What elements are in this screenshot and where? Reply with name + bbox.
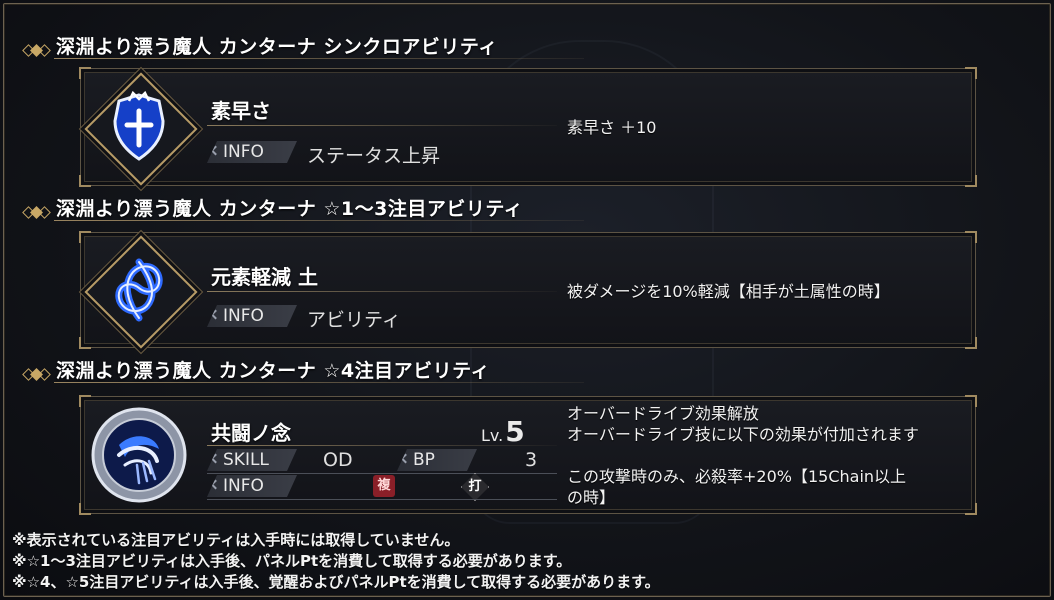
description-line: オーバードライブ技に以下の効果が付加されます [567,425,919,444]
ability-description: 被ダメージを10%軽減【相手が土属性の時】 [567,281,890,302]
ability-card-star4[interactable]: 共闘ノ念 Lv.5 SKILL OD BP 3 INFO 複 打 オーバードライ… [79,395,977,515]
name-underline [207,291,557,292]
footnotes: ※表示されている注目アビリティは入手時には取得していません。 ※☆1～3注目アビ… [12,530,660,593]
description-line: オーバードライブ効果解放 [567,404,759,423]
ability-icon-frame [85,401,193,509]
section-header-star1-3: 深淵より漂う魔人 カンターナ ☆1～3注目アビリティ [18,192,584,226]
ornament-diamonds-icon [22,44,51,58]
description-line: 素早さ ＋10 [567,118,657,137]
section-title: 深淵より漂う魔人 カンターナ シンクロアビリティ [56,36,498,58]
ability-icon-frame [84,72,198,186]
skill-value: OD [323,449,353,471]
level-label: Lv. [481,426,504,445]
skill-row: SKILL OD BP 3 [207,449,547,473]
bp-tag: BP [397,449,477,471]
section-divider [54,58,584,59]
row-divider [207,473,557,474]
corner-ornament [965,175,977,187]
section-header-star4: 深淵より漂う魔人 カンターナ ☆4注目アビリティ [18,354,584,388]
section-title: 深淵より漂う魔人 カンターナ ☆1～3注目アビリティ [56,198,524,220]
name-underline [207,125,557,126]
ability-icon-frame [84,235,198,349]
footnote: ※☆1～3注目アビリティは入手後、パネルPtを消費して取得する必要があります。 [12,552,572,570]
info-row: INFO 複 打 [207,473,547,501]
ability-level: Lv.5 [481,415,525,448]
description-line [567,445,919,466]
corner-ornament [965,503,977,515]
ability-card-star1-3[interactable]: 元素軽減 土 INFO アビリティ 被ダメージを10%軽減【相手が土属性の時】 [79,231,977,349]
info-value: アビリティ [307,309,401,331]
level-value: 5 [505,415,525,448]
description-line: の時】 [567,488,616,507]
info-value: ステータス上昇 [307,145,441,167]
section-divider [54,220,584,221]
name-underline [207,445,557,446]
ornament-diamonds-icon [22,368,51,382]
strike-badge: 打 [461,473,489,501]
corner-ornament [965,67,977,79]
description-line: この攻撃時のみ、必殺率+20%【15Chain以上 [567,467,907,486]
wind-orb-icon [91,407,187,503]
section-title: 深淵より漂う魔人 カンターナ ☆4注目アビリティ [56,360,490,382]
corner-ornament [965,231,977,243]
ornament-diamonds-icon [22,206,51,220]
info-tag: INFO [207,141,297,163]
shield-crest-icon [113,90,165,161]
ability-name: 共闘ノ念 [211,421,291,445]
multi-hit-badge: 複 [373,475,395,497]
triquetra-knot-icon [115,258,163,322]
footnote: ※表示されている注目アビリティは入手時には取得していません。 [12,531,460,549]
footnote: ※☆4、☆5注目アビリティは入手後、覚醒およびパネルPtを消費して取得する必要が… [12,573,660,591]
section-divider [54,382,584,383]
section-header-synchro: 深淵より漂う魔人 カンターナ シンクロアビリティ [18,30,584,64]
description-line: 被ダメージを10%軽減【相手が土属性の時】 [567,282,890,301]
skill-tag: SKILL [207,449,297,471]
ability-card-synchro[interactable]: 素早さ INFO ステータス上昇 素早さ ＋10 [79,67,977,187]
bp-value: 3 [525,449,538,471]
corner-ornament [965,337,977,349]
row-divider [207,499,557,500]
corner-ornament [965,395,977,407]
ability-name: 元素軽減 土 [211,265,318,289]
info-tag: INFO [207,305,297,327]
ability-description: 素早さ ＋10 [567,117,656,138]
ability-name: 素早さ [211,99,271,123]
info-tag: INFO [207,475,297,497]
ability-description: オーバードライブ効果解放 オーバードライブ技に以下の効果が付加されます この攻撃… [567,403,919,508]
